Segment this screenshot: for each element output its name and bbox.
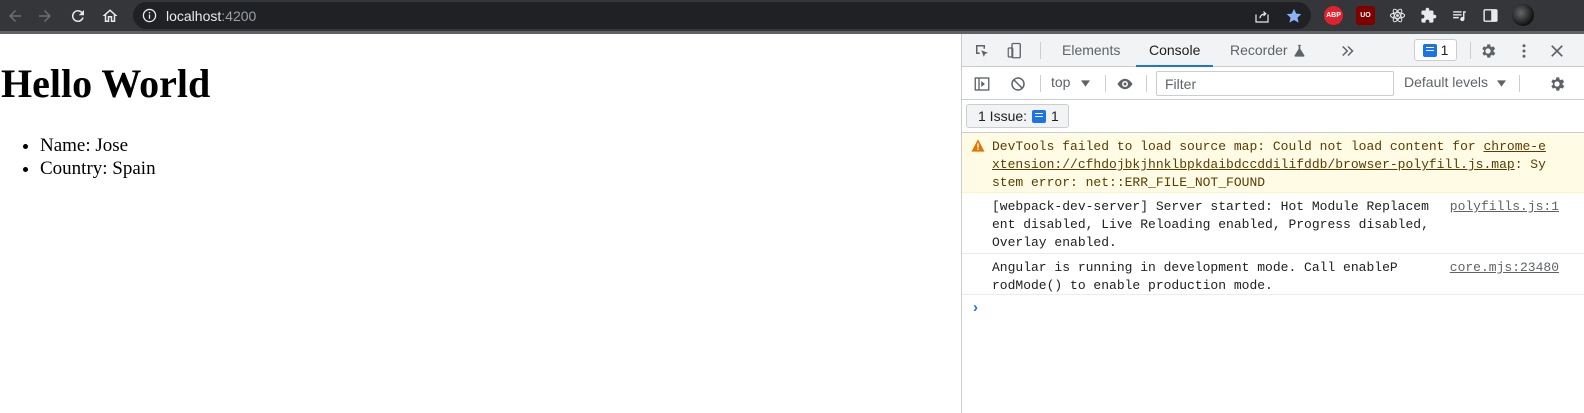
profile-avatar[interactable] [1512,4,1534,26]
react-devtools-icon[interactable] [1388,6,1407,25]
close-devtools-button[interactable] [1547,41,1567,61]
url-host: localhost [166,8,222,24]
toolbar-separator [1146,75,1147,92]
eye-icon [1117,78,1133,90]
issues-bar: 1 Issue: 1 [962,100,1584,133]
playlist-music-icon [1453,11,1466,22]
side-panel-icon [1483,9,1498,22]
show-sidebar-button[interactable] [972,74,992,94]
chevron-double-right-icon [1342,45,1354,57]
issues-button-count: 1 [1051,108,1059,124]
share-icon[interactable] [1253,7,1271,25]
customize-menu-button[interactable] [1514,41,1534,61]
side-panel-button[interactable] [1481,6,1500,25]
log-text: Angular is running in development mode. … [992,260,1398,293]
tab-elements[interactable]: Elements [1062,34,1120,67]
block-icon [1011,77,1025,91]
issues-button[interactable]: 1 Issue: 1 [966,104,1069,128]
sidebar-toggle-icon [974,77,990,91]
more-tabs-button[interactable] [1339,42,1357,60]
console-warning-message: DevTools failed to load source map: Coul… [962,133,1584,193]
device-toolbar-button[interactable] [1005,41,1025,61]
log-levels-dropdown[interactable]: Default levels [1404,74,1506,90]
reload-button[interactable] [66,4,90,28]
caret-down-icon [1081,80,1091,87]
context-selector[interactable]: top [1051,74,1091,90]
log-text: [webpack-dev-server] Server started: Hot… [992,199,1429,250]
tab-separator [1470,42,1471,59]
address-bar[interactable]: localhost:4200 [133,2,1311,29]
extensions-button[interactable] [1419,6,1438,25]
caret-down-icon [1496,80,1506,87]
ublock-origin-icon[interactable]: UO [1356,6,1375,25]
home-icon [102,9,118,22]
info-list: Name: Jose Country: Spain [40,134,156,180]
tab-separator [1040,42,1041,59]
console-log-message: Angular is running in development mode. … [962,254,1584,295]
browser-toolbar: localhost:4200 ABP UO [0,0,1584,31]
settings-button[interactable] [1478,41,1498,61]
clear-console-button[interactable] [1008,74,1028,94]
prompt-chevron-icon: › [973,299,978,316]
react-icon [1389,8,1406,23]
forward-button[interactable] [33,4,57,28]
tab-recorder[interactable]: Recorder [1230,34,1288,67]
puzzle-icon [1421,7,1437,23]
message-icon [1422,43,1437,57]
page-viewport: Hello World Name: Jose Country: Spain [0,34,961,413]
kebab-menu-icon [1522,44,1526,58]
issues-counter-value: 1 [1440,42,1449,58]
bookmark-star-icon[interactable] [1285,7,1303,25]
context-selector-value: top [1051,74,1071,90]
live-expression-button[interactable] [1114,74,1136,94]
warning-icon [971,139,985,152]
warning-text: DevTools failed to load source map: Coul… [992,138,1547,192]
tab-recorder-label: Recorder [1230,42,1288,58]
toolbar-separator [1519,75,1520,92]
close-icon [1551,45,1563,57]
page-heading: Hello World [1,61,211,106]
url-text: localhost:4200 [166,8,256,24]
source-link[interactable]: polyfills.js:1 [1450,198,1559,216]
list-item-country: Country: Spain [40,157,156,180]
site-info-icon[interactable] [142,8,157,23]
gear-icon [1551,77,1565,91]
home-button[interactable] [98,4,122,28]
toolbar-separator [1040,75,1041,92]
inspect-cursor-icon [976,45,988,57]
console-prompt-row[interactable]: › [962,295,1584,321]
issues-counter-button[interactable]: 1 [1414,39,1457,61]
adblock-plus-icon[interactable]: ABP [1324,6,1343,25]
url-port: :4200 [221,8,257,24]
arrow-left-icon [9,10,21,22]
message-icon [1032,109,1047,123]
console-log-message: [webpack-dev-server] Server started: Hot… [962,193,1584,254]
console-messages: DevTools failed to load source map: Coul… [962,133,1584,321]
inspect-element-button[interactable] [972,41,992,61]
warning-text-prefix: DevTools failed to load source map: Coul… [992,139,1484,154]
toolbar-separator [1105,75,1106,92]
tab-console[interactable]: Console [1136,34,1214,67]
experiment-flask-icon [1294,44,1305,57]
source-link[interactable]: core.mjs:23480 [1450,259,1559,277]
log-levels-label: Default levels [1404,74,1489,90]
console-settings-button[interactable] [1547,74,1567,94]
devtools-panel: Elements Console Recorder 1 top Filter D… [961,34,1584,413]
arrow-right-icon [39,10,51,22]
reload-icon [71,10,84,23]
list-item-name: Name: Jose [40,134,156,157]
devtools-tab-bar: Elements Console Recorder 1 [962,34,1584,67]
issues-button-label: 1 Issue: [978,108,1028,124]
console-toolbar: top Default levels [962,67,1584,100]
filter-input[interactable] [1156,71,1394,96]
device-mobile-icon [1007,42,1021,59]
gear-icon [1482,44,1496,58]
media-controls-button[interactable] [1450,6,1469,25]
back-button[interactable] [3,4,27,28]
